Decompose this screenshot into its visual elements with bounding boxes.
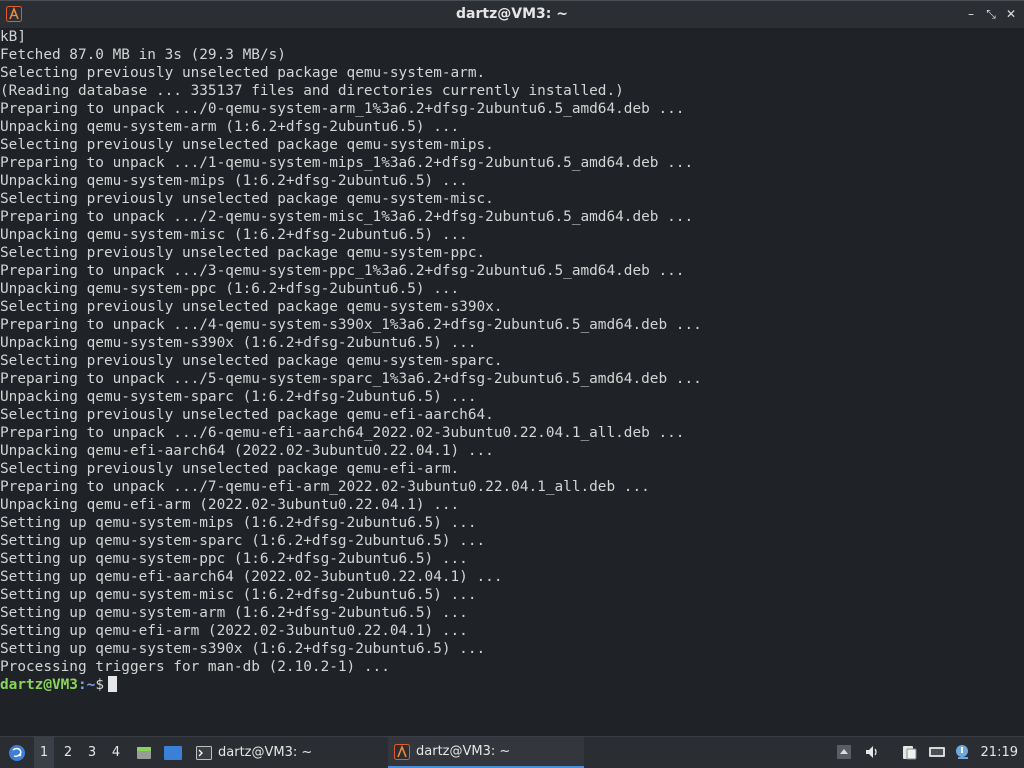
file-manager-icon[interactable] [135,744,153,762]
show-desktop-icon[interactable] [163,744,183,762]
workspace-2[interactable]: 2 [58,737,78,768]
terminal-line: Unpacking qemu-system-arm (1:6.2+dfsg-2u… [0,119,460,135]
workspace-1[interactable]: 1 [34,737,54,768]
clipboard-icon[interactable] [901,744,917,760]
terminal-prompt[interactable]: dartz@VM3:~$ [0,676,1024,694]
terminal-line: Selecting previously unselected package … [0,461,460,477]
terminal-line: Selecting previously unselected package … [0,407,494,423]
terminal-line: Selecting previously unselected package … [0,191,494,207]
terminal-line: Preparing to unpack .../2-qemu-system-mi… [0,209,694,225]
terminal-line: Setting up qemu-system-sparc (1:6.2+dfsg… [0,533,486,549]
terminal-line: Preparing to unpack .../4-qemu-system-s3… [0,317,702,333]
terminal-line: Preparing to unpack .../6-qemu-efi-aarch… [0,425,685,441]
task-terminal-2[interactable]: dartz@VM3: ~ [388,737,584,768]
window-titlebar[interactable]: dartz@VM3: ~ – ⤡ ✕ [0,0,1024,28]
terminal-line: Selecting previously unselected package … [0,245,486,261]
terminal-line: Unpacking qemu-system-mips (1:6.2+dfsg-2… [0,173,468,189]
terminal-line: Unpacking qemu-system-s390x (1:6.2+dfsg-… [0,335,477,351]
terminal-line: Unpacking qemu-efi-aarch64 (2022.02-3ubu… [0,443,494,459]
terminal-line: Unpacking qemu-efi-arm (2022.02-3ubuntu0… [0,497,460,513]
terminal-line: Preparing to unpack .../3-qemu-system-pp… [0,263,685,279]
terminal-line: Selecting previously unselected package … [0,299,503,315]
terminal-line: kB] [0,29,26,45]
terminal-line: Setting up qemu-system-mips (1:6.2+dfsg-… [0,515,477,531]
prompt-symbol: $ [95,677,104,693]
terminal-line: Selecting previously unselected package … [0,65,486,81]
close-button[interactable]: ✕ [1004,7,1018,21]
terminal-line: Selecting previously unselected package … [0,137,494,153]
task-terminal-1[interactable]: dartz@VM3: ~ [190,737,382,768]
terminal-line: Setting up qemu-system-ppc (1:6.2+dfsg-2… [0,551,468,567]
terminal-line: Preparing to unpack .../7-qemu-efi-arm_2… [0,479,650,495]
network-icon[interactable] [928,744,946,760]
terminal-line: Setting up qemu-efi-arm (2022.02-3ubuntu… [0,623,468,639]
task-label-1: dartz@VM3: ~ [218,745,313,760]
terminal-line: Preparing to unpack .../5-qemu-system-sp… [0,371,702,387]
workspace-4[interactable]: 4 [106,737,126,768]
workspace-3[interactable]: 3 [82,737,102,768]
window-title: dartz@VM3: ~ [456,6,568,22]
scroll-up-icon[interactable] [836,744,852,760]
terminal-line: Setting up qemu-system-s390x (1:6.2+dfsg… [0,641,486,657]
terminal-line: (Reading database ... 335137 files and d… [0,83,624,99]
text-cursor [107,676,117,692]
menu-icon[interactable] [8,744,26,762]
terminal-line: Setting up qemu-efi-aarch64 (2022.02-3ub… [0,569,503,585]
terminal-icon [196,745,212,760]
task-label-2: dartz@VM3: ~ [416,744,511,759]
terminal-line: Fetched 87.0 MB in 3s (29.3 MB/s) [0,47,286,63]
terminal-line: Unpacking qemu-system-sparc (1:6.2+dfsg-… [0,389,477,405]
terminal-line: Preparing to unpack .../0-qemu-system-ar… [0,101,685,117]
taskbar: 1 2 3 4 dartz@VM3: ~ dartz@VM3: ~ 21:19 [0,736,1024,768]
update-notifier-icon[interactable] [954,744,970,760]
maximize-button[interactable]: ⤡ [984,7,998,21]
clock[interactable]: 21:19 [981,737,1018,768]
minimize-button[interactable]: – [964,7,978,21]
terminal-output[interactable]: kB] Fetched 87.0 MB in 3s (29.3 MB/s) Sele… [0,28,1024,736]
terminal-line: Preparing to unpack .../1-qemu-system-mi… [0,155,694,171]
terminal-line: Unpacking qemu-system-ppc (1:6.2+dfsg-2u… [0,281,460,297]
terminal-line: Setting up qemu-system-misc (1:6.2+dfsg-… [0,587,477,603]
prompt-path: :~ [77,677,96,693]
terminal-app-icon [394,743,410,760]
volume-icon[interactable] [864,744,880,760]
terminal-line: Selecting previously unselected package … [0,353,503,369]
terminal-line: Processing triggers for man-db (2.10.2-1… [0,659,390,675]
terminal-line: Unpacking qemu-system-misc (1:6.2+dfsg-2… [0,227,468,243]
terminal-line: Setting up qemu-system-arm (1:6.2+dfsg-2… [0,605,468,621]
terminal-lines: kB] Fetched 87.0 MB in 3s (29.3 MB/s) Sele… [0,28,1024,694]
prompt-user-host: dartz@VM3 [0,677,78,693]
